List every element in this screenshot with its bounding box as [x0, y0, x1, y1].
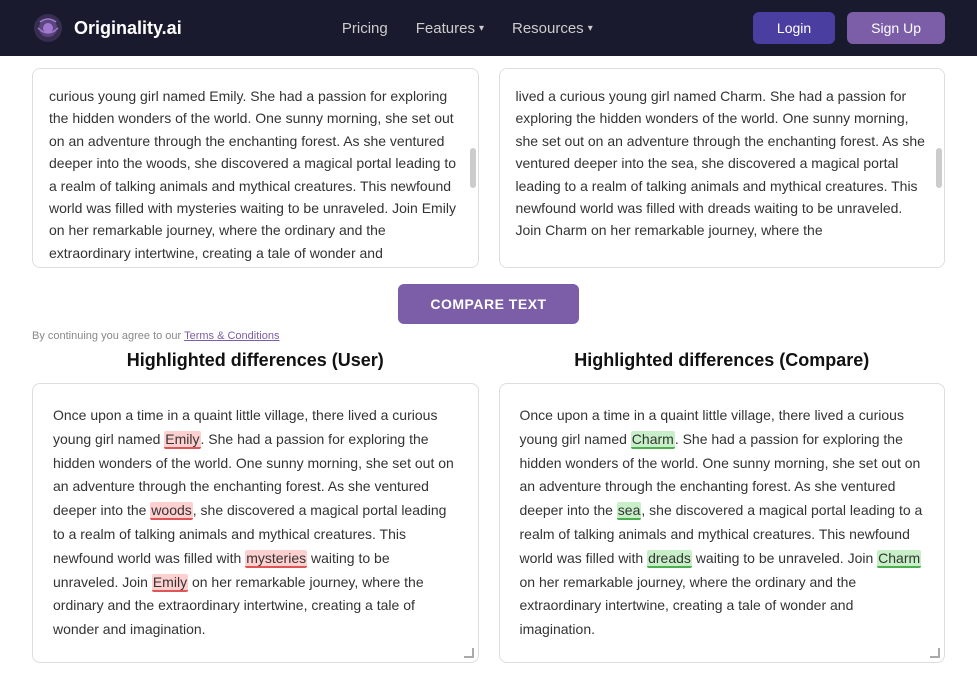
nav-resources[interactable]: Resources ▾	[512, 20, 593, 37]
diff-compare-panel: Highlighted differences (Compare) Once u…	[499, 350, 946, 663]
login-button[interactable]: Login	[753, 12, 835, 44]
logo-icon	[32, 12, 64, 44]
signup-button[interactable]: Sign Up	[847, 12, 945, 44]
nav-pricing[interactable]: Pricing	[342, 20, 388, 37]
highlight-dreads: dreads	[647, 550, 692, 568]
nav-features[interactable]: Features ▾	[416, 20, 484, 37]
compare-button[interactable]: COMPARE TEXT	[398, 284, 578, 324]
highlight-emily-1: Emily	[164, 431, 200, 449]
highlight-mysteries: mysteries	[245, 550, 307, 568]
user-text-input[interactable]: curious young girl named Emily. She had …	[33, 69, 478, 267]
text-areas-row: curious young girl named Emily. She had …	[32, 56, 945, 268]
diff-compare-title: Highlighted differences (Compare)	[499, 350, 946, 371]
resources-chevron-icon: ▾	[588, 23, 593, 34]
highlight-woods: woods	[150, 502, 192, 520]
resize-handle-user[interactable]	[464, 648, 474, 658]
diff-user-title: Highlighted differences (User)	[32, 350, 479, 371]
features-chevron-icon: ▾	[479, 23, 484, 34]
terms-text: By continuing you agree to our Terms & C…	[32, 330, 279, 342]
user-text-area-box: curious young girl named Emily. She had …	[32, 68, 479, 268]
main-content: curious young girl named Emily. She had …	[0, 56, 977, 695]
compare-area: COMPARE TEXT By continuing you agree to …	[32, 284, 945, 342]
compare-scrollbar[interactable]	[936, 148, 942, 188]
resize-handle-compare[interactable]	[930, 648, 940, 658]
navbar-actions: Login Sign Up	[753, 12, 945, 44]
navbar: Originality.ai Pricing Features ▾ Resour…	[0, 0, 977, 56]
diff-user-box: Once upon a time in a quaint little vill…	[32, 383, 479, 663]
diff-compare-box: Once upon a time in a quaint little vill…	[499, 383, 946, 663]
terms-link[interactable]: Terms & Conditions	[184, 330, 279, 342]
diff-user-panel: Highlighted differences (User) Once upon…	[32, 350, 479, 663]
logo-text: Originality.ai	[74, 18, 182, 39]
diff-section: Highlighted differences (User) Once upon…	[32, 350, 945, 663]
compare-text-area-box: lived a curious young girl named Charm. …	[499, 68, 946, 268]
diff-user-text: Once upon a time in a quaint little vill…	[53, 404, 458, 642]
compare-text-input[interactable]: lived a curious young girl named Charm. …	[500, 69, 945, 267]
highlight-sea: sea	[617, 502, 642, 520]
highlight-emily-2: Emily	[152, 574, 188, 592]
highlight-charm-2: Charm	[877, 550, 921, 568]
diff-compare-text: Once upon a time in a quaint little vill…	[520, 404, 925, 642]
navbar-links: Pricing Features ▾ Resources ▾	[342, 20, 593, 37]
highlight-charm-1: Charm	[631, 431, 675, 449]
user-scrollbar[interactable]	[470, 148, 476, 188]
logo[interactable]: Originality.ai	[32, 12, 182, 44]
